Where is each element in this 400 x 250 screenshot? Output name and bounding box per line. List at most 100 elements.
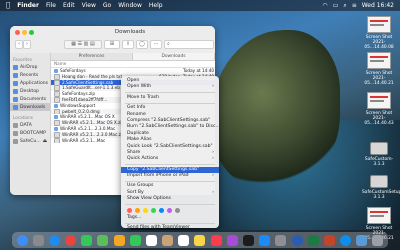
folder-icon[interactable] <box>356 234 368 246</box>
calendar-icon[interactable] <box>145 234 157 246</box>
zoom-button[interactable] <box>29 30 34 35</box>
launchpad-icon[interactable] <box>32 234 44 246</box>
share-button[interactable]: ⇪ <box>122 40 134 49</box>
sidebar-item-desktop[interactable]: Desktop <box>10 87 50 95</box>
finder-icon[interactable] <box>16 234 28 246</box>
sidebar-item-label: Applications <box>20 80 49 86</box>
context-menu-item-label: Open With <box>127 84 152 90</box>
menu-go[interactable]: Go <box>103 0 111 11</box>
sidebar-item-downloads[interactable]: Downloads <box>10 103 50 111</box>
file-name: WinRAR v5.2.1...Mac OS X <box>60 114 115 120</box>
sidebar-item-airdrop[interactable]: AirDrop <box>10 63 50 71</box>
maps-icon[interactable] <box>97 234 109 246</box>
sidebar-item-label: BOOTCAMP <box>20 130 46 136</box>
menu-edit[interactable]: Edit <box>63 0 75 11</box>
screenshot-thumbnail-icon <box>367 92 391 109</box>
powerpoint-icon[interactable] <box>323 234 335 246</box>
tag-color-dot[interactable] <box>143 208 148 214</box>
menu-app-name[interactable]: Finder <box>17 0 39 11</box>
back-button[interactable]: ‹ <box>15 40 23 49</box>
tag-color-dot[interactable] <box>167 208 172 214</box>
photos-icon[interactable] <box>113 234 125 246</box>
tag-color-dot[interactable] <box>127 208 132 214</box>
notes-icon[interactable] <box>194 234 206 246</box>
tag-color-dot[interactable] <box>175 208 180 214</box>
context-menu-item[interactable]: Open With › <box>121 84 219 90</box>
context-menu-item[interactable]: Send files with TeamViewer <box>121 225 219 231</box>
group-button[interactable]: ⊞ <box>104 40 120 49</box>
tab-downloads[interactable]: Downloads <box>133 53 215 60</box>
battery-icon[interactable]: ▭ <box>333 0 339 11</box>
desktop-file-icon[interactable]: SafeCustom-3.1.3 <box>362 142 396 167</box>
safari-icon[interactable] <box>48 234 60 246</box>
wifi-icon[interactable]: ◠ <box>322 0 327 11</box>
apple-menu-icon[interactable]:  <box>6 0 10 11</box>
sidebar-item-recents[interactable]: Recents <box>10 71 50 79</box>
menu-help[interactable]: Help <box>149 0 163 11</box>
screenshot-thumbnail-icon <box>367 16 391 33</box>
excel-icon[interactable] <box>307 234 319 246</box>
context-menu-item-label: Show View Options <box>127 196 171 202</box>
word-icon[interactable] <box>291 234 303 246</box>
context-menu-item[interactable]: Import from iPhone or iPad › <box>121 173 219 179</box>
desktop-file-icon[interactable]: Screen Shot 2021-05...14.40.21 <box>362 52 396 86</box>
sidebar-item-bootcamp[interactable]: BOOTCAMP <box>10 129 50 137</box>
folder-icon <box>54 115 58 120</box>
search-icon[interactable]: ⌕ <box>343 0 346 11</box>
appstore-icon[interactable] <box>259 234 271 246</box>
menu-file[interactable]: File <box>46 0 56 11</box>
reminders-icon[interactable] <box>178 234 190 246</box>
control-center-icon[interactable]: ≡ <box>352 0 357 11</box>
music-icon[interactable] <box>210 234 222 246</box>
tag-button[interactable]: ◯ <box>136 40 148 49</box>
desktop-file-icon[interactable]: Screen Shot 2021-05...14.40.43 <box>362 92 396 126</box>
desktop-file-icon[interactable]: Screen Shot 2021-05...14.40.08 <box>362 16 396 50</box>
sidebar-item-documents[interactable]: Documents <box>10 95 50 103</box>
context-menu-item[interactable]: Show View Options <box>121 196 219 202</box>
sidebar-item-safecustom[interactable]: SafeCu... ⏏ <box>10 137 50 145</box>
file-name: WinRAR v5.2.1...2.3.0.Mac.zip <box>62 131 125 137</box>
context-menu-item-label: Open <box>127 78 140 83</box>
locations-header: Locations <box>13 115 33 120</box>
messages-icon[interactable] <box>81 234 93 246</box>
file-name: WinRAR v5.2.1...Mac OS X.zip <box>62 120 125 126</box>
desktop-file-label: Screen Shot 2021-05...14.40.08 <box>364 35 394 50</box>
facetime-icon[interactable] <box>129 234 141 246</box>
close-button[interactable] <box>15 30 20 35</box>
tag-color-dot[interactable] <box>135 208 140 214</box>
file-name: WinRAR v5.2.1...2.3.0.Mac <box>60 125 116 131</box>
podcasts-icon[interactable] <box>226 234 238 246</box>
chrome-icon[interactable] <box>65 234 77 246</box>
minimize-button[interactable] <box>22 30 27 35</box>
settings-icon[interactable] <box>275 234 287 246</box>
sidebar-item-data[interactable]: DATA <box>10 121 50 129</box>
tag-color-dot[interactable] <box>151 208 156 214</box>
desktop-file-icon[interactable]: SafeCustomSetup-3.1.3 <box>362 175 400 200</box>
sidebar-item-label: Recents <box>20 72 39 78</box>
tag-color-dot[interactable] <box>159 208 164 214</box>
screenshot-thumbnail-icon <box>367 207 391 224</box>
forward-button[interactable]: › <box>23 40 31 49</box>
menu-window[interactable]: Window <box>118 0 142 11</box>
trash-icon[interactable] <box>372 234 384 246</box>
view-mode-buttons[interactable]: ▦ ☰ ▥ ▤ <box>64 40 102 49</box>
sidebar-item-applications[interactable]: Applications <box>10 79 50 87</box>
search-field[interactable]: ⌕ <box>164 40 214 49</box>
tab-preferences[interactable]: Preferences <box>51 53 133 60</box>
eject-icon[interactable]: ⏏ <box>43 139 47 144</box>
menu-view[interactable]: View <box>82 0 96 11</box>
context-menu-item[interactable]: Quick Actions › <box>121 156 219 162</box>
contacts-icon[interactable] <box>162 234 174 246</box>
context-menu-item-label: Send files with TeamViewer <box>127 225 190 231</box>
menu-clock[interactable]: Wed 16:42 <box>362 0 394 11</box>
download-icon <box>13 104 18 110</box>
file-name: 1.SafeGuardIt...ser-1.1.3.eb <box>62 85 120 91</box>
chevron-right-icon: › <box>212 156 214 162</box>
context-menu-item-label: Share <box>127 149 141 155</box>
context-menu-item[interactable]: Tags... <box>121 215 219 221</box>
action-button[interactable]: ⋯ <box>150 40 162 49</box>
context-menu-item[interactable]: Move to Trash <box>121 95 219 101</box>
column-header-name[interactable]: Name <box>51 61 215 68</box>
tv-icon[interactable] <box>242 234 254 246</box>
teamviewer-icon[interactable] <box>340 234 352 246</box>
